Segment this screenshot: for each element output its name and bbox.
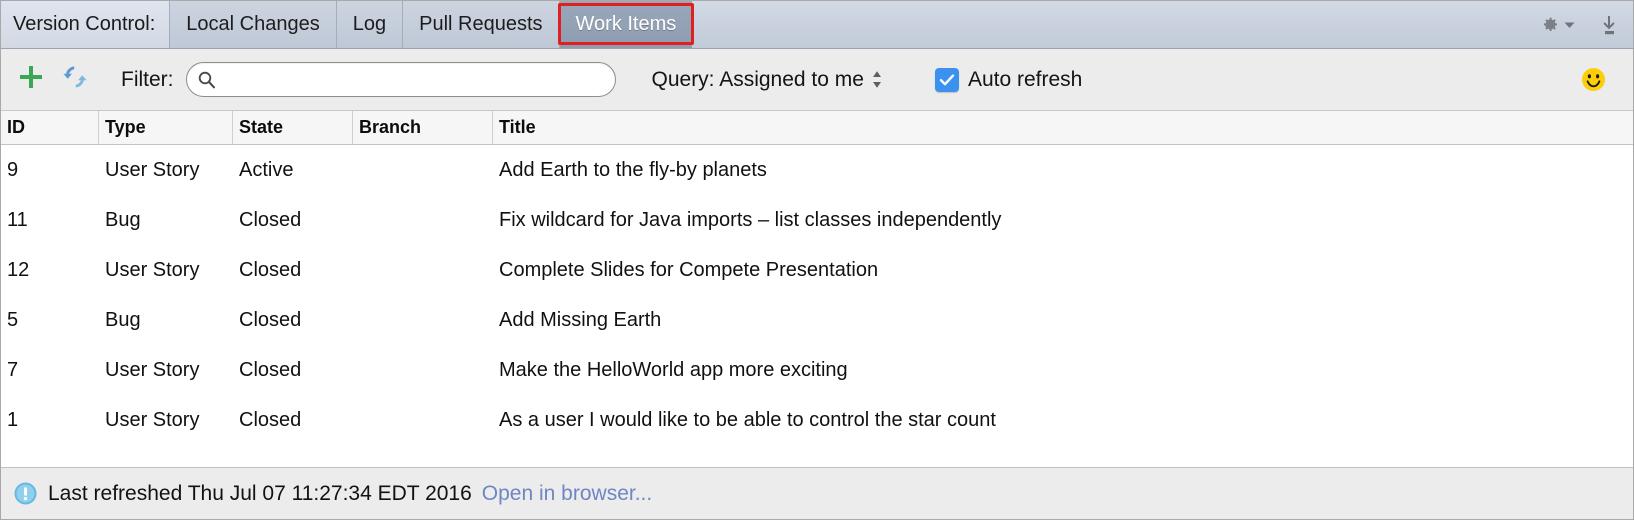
gear-icon[interactable] — [1538, 14, 1560, 36]
work-items-toolbar: Filter: Query: Assigned to me Auto refre… — [1, 49, 1633, 111]
cell-title: Add Earth to the fly-by planets — [499, 158, 767, 181]
column-header-type[interactable]: Type — [99, 111, 233, 144]
cell-state: Closed — [239, 208, 302, 231]
cell-state: Closed — [239, 258, 302, 281]
cell-type: Bug — [105, 208, 141, 231]
chevron-down-icon[interactable] — [1564, 21, 1575, 29]
auto-refresh-checkbox[interactable] — [934, 67, 959, 92]
plus-icon[interactable] — [17, 63, 45, 96]
column-header-id[interactable]: ID — [1, 111, 99, 144]
up-down-stepper-icon[interactable] — [871, 70, 883, 89]
cell-id: 7 — [7, 358, 19, 381]
tab-bar: Version Control: Local Changes Log Pull … — [1, 1, 1633, 49]
table-row[interactable]: 11 Bug Closed Fix wildcard for Java impo… — [1, 195, 1633, 245]
smiley-face-icon[interactable] — [1580, 66, 1607, 93]
table-row[interactable]: 1 User Story Closed As a user I would li… — [1, 395, 1633, 445]
query-label: Query: Assigned to me — [651, 67, 864, 91]
work-items-panel: Version Control: Local Changes Log Pull … — [0, 0, 1634, 520]
cell-id: 12 — [7, 258, 30, 281]
cell-title: Complete Slides for Compete Presentation — [499, 258, 879, 281]
table-body: 9 User Story Active Add Earth to the fly… — [1, 145, 1633, 467]
tab-local-changes[interactable]: Local Changes — [170, 1, 337, 48]
tab-bar-spacer — [692, 1, 1538, 48]
table-row[interactable]: 7 User Story Closed Make the HelloWorld … — [1, 345, 1633, 395]
cell-title: As a user I would like to be able to con… — [499, 408, 996, 431]
auto-refresh-label: Auto refresh — [967, 67, 1083, 91]
work-items-table: ID Type State Branch Title 9 User Story … — [1, 111, 1633, 467]
tab-pull-requests[interactable]: Pull Requests — [403, 1, 560, 48]
auto-refresh-control[interactable]: Auto refresh — [934, 67, 1083, 92]
cell-type: User Story — [105, 408, 200, 431]
cell-type: Bug — [105, 308, 141, 331]
cell-id: 11 — [7, 208, 28, 231]
table-row[interactable]: 12 User Story Closed Complete Slides for… — [1, 245, 1633, 295]
cell-state: Closed — [239, 308, 302, 331]
cell-id: 5 — [7, 308, 19, 331]
cell-id: 1 — [7, 408, 19, 431]
open-in-browser-link[interactable]: Open in browser... — [482, 482, 652, 506]
cell-title: Make the HelloWorld app more exciting — [499, 358, 848, 381]
column-header-state[interactable]: State — [233, 111, 353, 144]
filter-label: Filter: — [121, 67, 174, 91]
query-dropdown[interactable]: Query: Assigned to me — [652, 68, 883, 92]
cell-state: Active — [239, 158, 294, 181]
cell-state: Closed — [239, 408, 302, 431]
status-bar: Last refreshed Thu Jul 07 11:27:34 EDT 2… — [1, 467, 1633, 519]
table-row[interactable]: 5 Bug Closed Add Missing Earth — [1, 295, 1633, 345]
info-icon — [13, 481, 38, 506]
refresh-icon[interactable] — [61, 63, 89, 96]
last-refreshed-text: Last refreshed Thu Jul 07 11:27:34 EDT 2… — [48, 481, 472, 505]
tab-bar-actions — [1538, 1, 1633, 48]
column-header-branch[interactable]: Branch — [353, 111, 493, 144]
panel-title: Version Control: — [1, 1, 171, 48]
search-input[interactable] — [221, 69, 605, 90]
column-header-title[interactable]: Title — [493, 111, 1633, 144]
cell-type: User Story — [105, 258, 200, 281]
filter-search-box[interactable] — [185, 62, 616, 97]
table-row[interactable]: 9 User Story Active Add Earth to the fly… — [1, 145, 1633, 195]
cell-id: 9 — [7, 158, 19, 181]
cell-state: Closed — [239, 358, 302, 381]
hide-panel-icon[interactable] — [1597, 13, 1621, 37]
tab-work-items[interactable]: Work Items — [559, 1, 693, 48]
cell-type: User Story — [105, 158, 200, 181]
search-icon — [197, 70, 216, 89]
cell-title: Fix wildcard for Java imports – list cla… — [499, 208, 1002, 231]
tab-log[interactable]: Log — [336, 1, 404, 48]
cell-type: User Story — [105, 358, 200, 381]
table-header-row: ID Type State Branch Title — [1, 111, 1633, 145]
cell-title: Add Missing Earth — [499, 308, 662, 331]
